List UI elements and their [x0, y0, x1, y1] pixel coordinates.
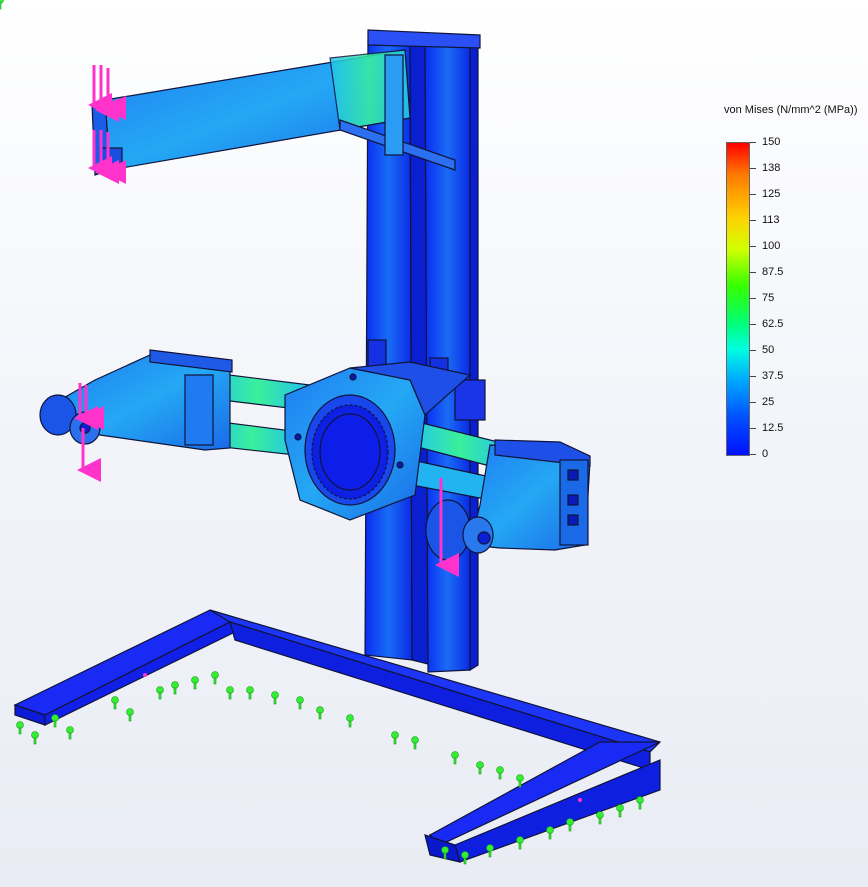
legend-tick-mark: [750, 194, 756, 195]
fixture-marker: [31, 731, 39, 745]
fixture-marker: [191, 676, 199, 690]
legend-tick-label: 75: [762, 292, 775, 304]
fixture-marker: [461, 851, 469, 865]
legend-tick-mark: [750, 376, 756, 377]
legend-tick-mark: [750, 272, 756, 273]
fixture-marker: [391, 731, 399, 745]
legend-title: von Mises (N/mm^2 (MPa)): [724, 104, 858, 116]
legend-tick-mark: [750, 350, 756, 351]
fixture-marker: [451, 751, 459, 765]
legend-tick-mark: [750, 454, 756, 455]
fixture-marker: [496, 766, 504, 780]
legend-tick-mark: [750, 246, 756, 247]
fixture-marker: [66, 726, 74, 740]
legend-tick-mark: [750, 168, 756, 169]
fixture-marker: [316, 706, 324, 720]
fixture-marker: [411, 736, 419, 750]
legend-tick-label: 25: [762, 396, 775, 408]
legend-tick-label: 125: [762, 188, 781, 200]
legend-tick-mark: [750, 142, 756, 143]
fixture-marker: [16, 721, 24, 735]
fixture-marker: [171, 681, 179, 695]
fixture-marker: [51, 714, 59, 728]
legend-tick-mark: [750, 298, 756, 299]
fixture-marker: [476, 761, 484, 775]
legend-tick-label: 12.5: [762, 422, 784, 434]
legend-tick-label: 113: [762, 214, 780, 226]
fixture-marker: [126, 708, 134, 722]
fixture-marker: [486, 844, 494, 858]
legend-tick-label: 50: [762, 344, 775, 356]
legend-tick-mark: [750, 402, 756, 403]
fixture-marker: [346, 714, 354, 728]
legend-tick-label: 150: [762, 136, 781, 148]
fixture-marker: [566, 818, 574, 832]
fixture-marker: [546, 826, 554, 840]
fixture-marker: [616, 804, 624, 818]
legend-tick-mark: [750, 220, 756, 221]
legend-color-bar: [726, 142, 750, 456]
fixture-marker: [296, 696, 304, 710]
legend-tick-mark: [750, 428, 756, 429]
fixture-marker: [246, 686, 254, 700]
legend-tick-mark: [750, 324, 756, 325]
legend-tick-label: 62.5: [762, 318, 784, 330]
left-bracket: [39, 349, 233, 451]
fixture-marker: [636, 796, 644, 810]
vertical-column: [364, 29, 486, 673]
fixture-marker: [596, 811, 604, 825]
legend-tick-label: 138: [762, 162, 781, 174]
fixture-marker: [516, 836, 524, 850]
fixture-marker: [271, 691, 279, 705]
legend-tick-label: 37.5: [762, 370, 784, 382]
legend-tick-label: 87.5: [762, 266, 784, 278]
legend-tick-label: 0: [762, 448, 769, 460]
base-frame: [13, 609, 662, 863]
fixture-marker: [226, 686, 234, 700]
stress-legend: von Mises (N/mm^2 (MPa)) 150 138 125 113 100…: [720, 100, 866, 470]
legend-tick-label: 100: [762, 240, 781, 252]
fixture-marker: [111, 696, 119, 710]
fixture-marker: [156, 686, 164, 700]
fixture-marker: [211, 671, 219, 685]
